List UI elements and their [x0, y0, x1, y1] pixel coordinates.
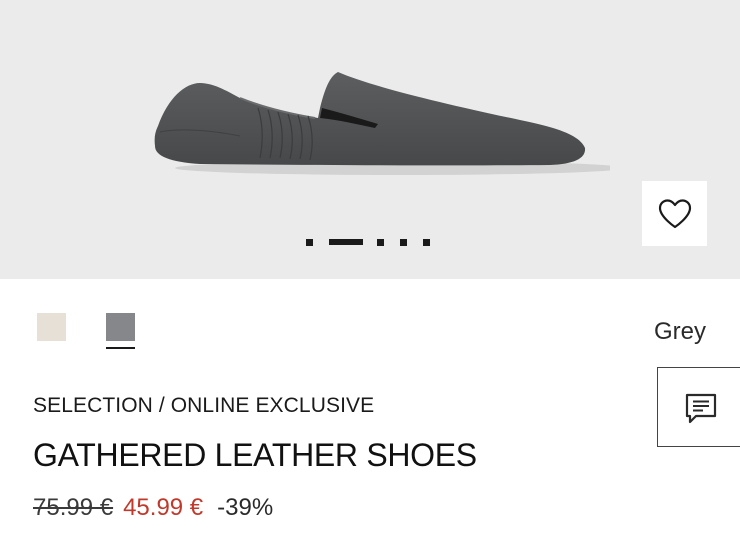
selected-color-indicator — [106, 347, 135, 349]
product-breadcrumb: SELECTION / ONLINE EXCLUSIVE — [33, 394, 375, 417]
shoe-image — [154, 72, 610, 175]
heart-icon — [658, 198, 691, 228]
gallery-dot[interactable] — [400, 238, 407, 246]
chat-icon — [685, 393, 717, 424]
gallery-pagination — [306, 238, 446, 246]
selected-color-label: Grey — [653, 318, 706, 345]
product-image-gallery[interactable] — [0, 0, 740, 279]
color-swatch-beige[interactable] — [37, 313, 66, 341]
product-title: GATHERED LEATHER SHOES — [33, 437, 477, 473]
gallery-dot[interactable] — [306, 238, 313, 246]
price-block: 75.99 € 45.99 € -39% — [33, 494, 273, 522]
chat-button[interactable] — [657, 367, 740, 447]
sale-price: 45.99 € — [123, 494, 204, 521]
original-price: 75.99 € — [33, 494, 114, 521]
gallery-dot[interactable] — [377, 238, 384, 246]
gallery-dot[interactable] — [423, 238, 430, 246]
discount-badge: -39% — [217, 494, 274, 521]
color-swatch-grey[interactable] — [106, 313, 135, 341]
gallery-dot-active[interactable] — [329, 239, 363, 245]
add-to-wishlist-button[interactable] — [642, 181, 707, 246]
